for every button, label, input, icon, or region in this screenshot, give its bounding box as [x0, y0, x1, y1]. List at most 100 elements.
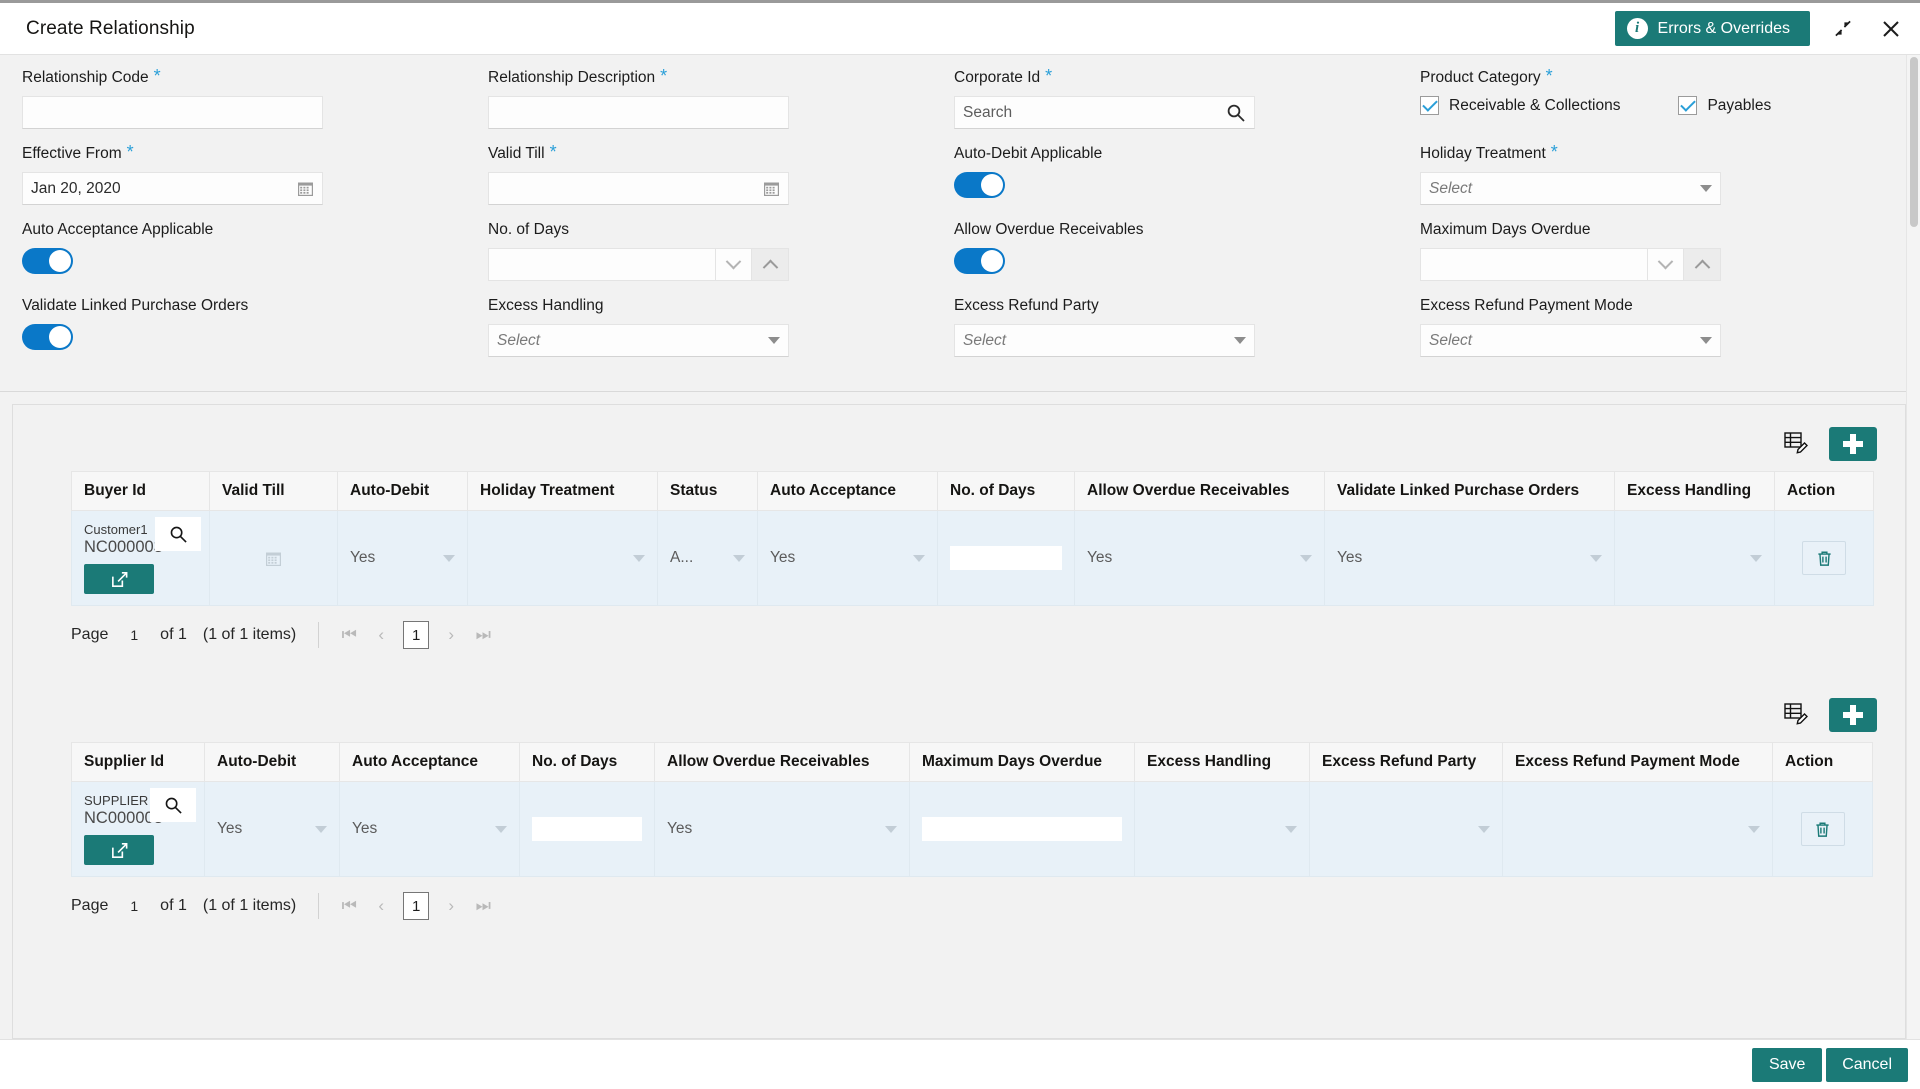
cell-validate-linked-purchase-orders[interactable]: Yes [1324, 510, 1615, 606]
stepper-up-button[interactable] [1684, 248, 1721, 281]
cell-auto-acceptance[interactable]: Yes [339, 781, 520, 877]
relationship-description-input[interactable] [488, 96, 789, 129]
add-buyer-button[interactable] [1829, 427, 1877, 461]
last-page-button[interactable]: ⏭ [467, 891, 499, 921]
scrollbar-thumb[interactable] [1910, 57, 1918, 227]
checkbox-icon[interactable] [1678, 96, 1698, 115]
toggle-knob [49, 250, 71, 272]
auto-debit-value: Yes [350, 549, 376, 566]
first-page-button[interactable]: ⏮ [333, 620, 365, 650]
calendar-icon[interactable] [297, 180, 314, 197]
cell-excess-handling[interactable] [1614, 510, 1775, 606]
cell-holiday-treatment[interactable] [467, 510, 658, 606]
no-of-days-stepper[interactable] [488, 248, 789, 281]
minimize-icon[interactable] [1828, 14, 1858, 44]
checkbox-icon[interactable] [1420, 96, 1439, 115]
next-page-button[interactable]: › [435, 891, 467, 921]
errors-button-label: Errors & Overrides [1657, 19, 1790, 37]
checkbox-receivable-collections[interactable]: Receivable & Collections [1420, 96, 1620, 115]
search-icon[interactable] [150, 788, 196, 822]
cell-supplier-id[interactable]: SUPPLIER NC000003 [71, 781, 205, 877]
stepper-up-button[interactable] [752, 248, 789, 281]
field-relationship-description: Relationship Description * [488, 67, 954, 145]
calendar-icon[interactable] [222, 550, 325, 567]
errors-and-overrides-button[interactable]: i Errors & Overrides [1614, 11, 1810, 46]
stepper-down-button[interactable] [1647, 248, 1684, 281]
last-page-button[interactable]: ⏭ [467, 620, 499, 650]
maximum-days-overdue-stepper[interactable] [1420, 248, 1721, 281]
edit-supplier-button[interactable] [84, 835, 154, 865]
valid-till-date-input[interactable] [488, 172, 789, 205]
cell-auto-debit[interactable]: Yes [337, 510, 468, 606]
delete-supplier-row-button[interactable] [1800, 812, 1845, 846]
previous-page-button[interactable]: ‹ [365, 620, 397, 650]
cell-allow-overdue-receivables[interactable]: Yes [654, 781, 910, 877]
chevron-down-icon [1700, 337, 1712, 344]
excess-refund-payment-mode-label: Excess Refund Payment Mode [1420, 297, 1633, 314]
grid-edit-icon[interactable] [1783, 429, 1809, 460]
cell-status[interactable]: A... [657, 510, 758, 606]
search-icon[interactable] [1226, 103, 1246, 123]
cell-no-of-days[interactable] [519, 781, 655, 877]
delete-buyer-row-button[interactable] [1802, 541, 1846, 575]
no-of-days-input[interactable] [950, 546, 1062, 570]
grid-edit-icon[interactable] [1783, 700, 1809, 731]
search-icon[interactable] [155, 517, 201, 551]
auto-acceptance-value: Yes [352, 820, 378, 837]
relationship-code-input[interactable] [22, 96, 323, 129]
vertical-scrollbar[interactable] [1906, 55, 1920, 1039]
auto-acceptance-applicable-toggle[interactable] [22, 248, 73, 274]
field-auto-debit-applicable: Auto-Debit Applicable [954, 145, 1420, 221]
effective-from-date-input[interactable]: Jan 20, 2020 [22, 172, 323, 205]
no-of-days-input[interactable] [532, 817, 642, 841]
close-icon[interactable] [1876, 14, 1906, 44]
no-of-days-input[interactable] [488, 248, 715, 281]
col-action: Action [1772, 742, 1873, 782]
col-buyer-id: Buyer Id [71, 471, 210, 511]
cell-auto-acceptance[interactable]: Yes [757, 510, 938, 606]
stepper-down-button[interactable] [715, 248, 752, 281]
cell-auto-debit[interactable]: Yes [204, 781, 340, 877]
chevron-down-icon [495, 825, 507, 833]
cell-maximum-days-overdue[interactable] [909, 781, 1135, 877]
cell-excess-refund-payment-mode[interactable] [1502, 781, 1773, 877]
add-supplier-button[interactable] [1829, 698, 1877, 732]
chevron-down-icon [1478, 825, 1490, 833]
buyer-grid-pager: Page 1 of 1 (1 of 1 items) ⏮ ‹ 1 › ⏭ [71, 620, 1905, 650]
maximum-days-overdue-input[interactable] [1420, 248, 1647, 281]
col-no-of-days: No. of Days [937, 471, 1075, 511]
field-excess-handling: Excess Handling Select [488, 297, 954, 373]
cell-no-of-days[interactable] [937, 510, 1075, 606]
cell-excess-refund-party[interactable] [1309, 781, 1503, 877]
cell-valid-till[interactable] [209, 510, 338, 606]
save-button[interactable]: Save [1752, 1047, 1823, 1082]
cell-buyer-id[interactable]: Customer1 NC000003 [71, 510, 210, 606]
allow-overdue-receivables-toggle[interactable] [954, 248, 1005, 274]
calendar-icon[interactable] [763, 180, 780, 197]
buyer-grid-header-row: Buyer Id Valid Till Auto-Debit Holiday T… [71, 471, 1874, 511]
cell-allow-overdue-receivables[interactable]: Yes [1074, 510, 1325, 606]
window-body: Relationship Code * Relationship Descript… [0, 55, 1920, 1039]
current-page-button[interactable]: 1 [403, 892, 430, 920]
corporate-id-search-input[interactable]: Search [954, 96, 1255, 129]
next-page-button[interactable]: › [435, 620, 467, 650]
excess-refund-party-select[interactable]: Select [954, 324, 1255, 357]
edit-buyer-button[interactable] [84, 564, 154, 594]
col-supplier-id: Supplier Id [71, 742, 205, 782]
excess-handling-select[interactable]: Select [488, 324, 789, 357]
supplier-grid-pager: Page 1 of 1 (1 of 1 items) ⏮ ‹ 1 › ⏭ [71, 891, 1905, 921]
first-page-button[interactable]: ⏮ [333, 891, 365, 921]
cancel-button[interactable]: Cancel [1826, 1047, 1908, 1082]
validate-linked-purchase-orders-toggle[interactable] [22, 324, 73, 350]
field-excess-refund-party: Excess Refund Party Select [954, 297, 1420, 373]
checkbox-payables[interactable]: Payables [1678, 96, 1771, 115]
toggle-knob [981, 250, 1003, 272]
holiday-treatment-select[interactable]: Select [1420, 172, 1721, 205]
previous-page-button[interactable]: ‹ [365, 891, 397, 921]
current-page-button[interactable]: 1 [403, 621, 430, 649]
excess-refund-payment-mode-select[interactable]: Select [1420, 324, 1721, 357]
cell-excess-handling[interactable] [1134, 781, 1310, 877]
auto-debit-applicable-toggle[interactable] [954, 172, 1005, 198]
maximum-days-overdue-input[interactable] [922, 817, 1122, 841]
chevron-down-icon [768, 337, 780, 344]
